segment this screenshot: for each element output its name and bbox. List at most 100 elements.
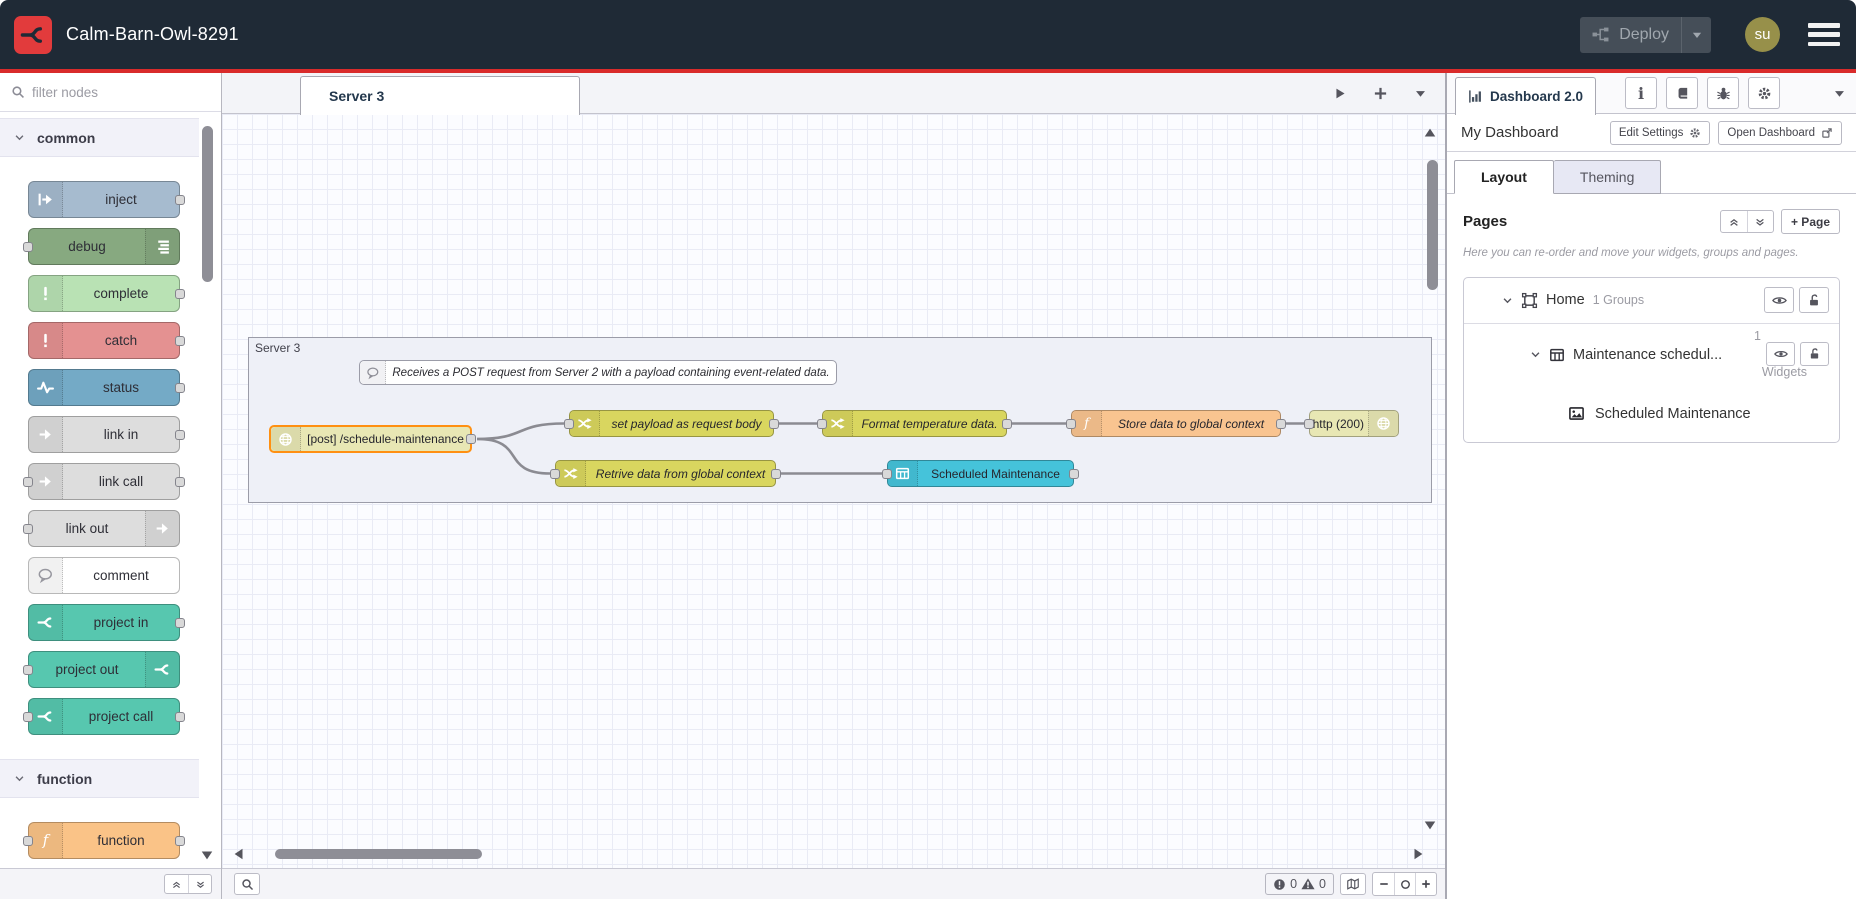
open-dashboard-button[interactable]: Open Dashboard xyxy=(1718,120,1842,145)
input-port[interactable] xyxy=(23,835,33,846)
chevron-down-icon[interactable] xyxy=(1530,349,1541,360)
palette-node-project-in[interactable]: project in xyxy=(28,604,185,641)
tab-scroll-right-icon[interactable] xyxy=(1334,87,1347,100)
palette-node-status[interactable]: status xyxy=(28,369,185,406)
output-port[interactable] xyxy=(1069,468,1079,479)
tab-server-3[interactable]: Server 3 xyxy=(300,76,580,115)
tree-row-scheduled-maintenance-widget[interactable]: Scheduled Maintenance xyxy=(1464,386,1839,442)
flow-list-caret[interactable] xyxy=(1414,87,1427,100)
input-port[interactable] xyxy=(817,418,827,429)
tree-row-home[interactable]: Home 1 Groups xyxy=(1464,278,1839,324)
palette-node-comment[interactable]: comment xyxy=(28,557,180,594)
pages-expand-all-button[interactable] xyxy=(1746,211,1773,232)
canvas-scroll-right-arrow[interactable] xyxy=(1411,847,1425,861)
flow-canvas[interactable]: Server 3 Receives a POST request from Ser… xyxy=(222,114,1445,868)
zoom-out-button[interactable] xyxy=(1373,873,1394,895)
flow-node-httpin[interactable]: [post] /schedule-maintenance xyxy=(269,425,476,453)
palette-filter[interactable]: filter nodes xyxy=(0,73,221,112)
palette-node-debug[interactable]: debug xyxy=(23,228,180,265)
zoom-reset-button[interactable] xyxy=(1394,873,1415,895)
canvas-scroll-left-arrow[interactable] xyxy=(232,847,246,861)
sidebar-options-caret[interactable] xyxy=(1833,87,1846,100)
palette-node-complete[interactable]: complete xyxy=(28,275,185,312)
input-port[interactable] xyxy=(550,468,560,479)
output-port[interactable] xyxy=(175,194,185,205)
user-avatar[interactable]: su xyxy=(1745,17,1780,52)
group-lock-button[interactable] xyxy=(1800,341,1829,366)
page-visibility-button[interactable] xyxy=(1764,287,1794,314)
config-nodes-button[interactable] xyxy=(1748,77,1780,109)
debug-messages-button[interactable] xyxy=(1707,77,1739,109)
tab-theming[interactable]: Theming xyxy=(1553,160,1662,194)
output-port[interactable] xyxy=(175,711,185,722)
tree-row-maintenance-group[interactable]: Maintenance schedul... 1 Widgets xyxy=(1464,324,1839,386)
flow-node-http200[interactable]: http (200) xyxy=(1304,410,1399,437)
wire-httpin-to-retrive[interactable] xyxy=(476,437,551,475)
deploy-button[interactable]: Deploy xyxy=(1580,16,1711,53)
palette-node-inject[interactable]: inject xyxy=(28,181,185,218)
palette-scrollbar[interactable] xyxy=(202,126,213,282)
palette-node-function[interactable]: f function xyxy=(23,822,185,859)
input-port[interactable] xyxy=(882,468,892,479)
palette-category-common[interactable]: common xyxy=(0,118,199,157)
output-port[interactable] xyxy=(771,468,781,479)
flow-node-format[interactable]: Format temperature data. xyxy=(817,410,1012,437)
wire-httpin-to-setpayload[interactable] xyxy=(476,422,565,441)
canvas-search-button[interactable] xyxy=(234,873,260,895)
output-port[interactable] xyxy=(175,617,185,628)
canvas-scroll-up-arrow[interactable] xyxy=(1423,126,1437,140)
palette-node-link-call[interactable]: link call xyxy=(23,463,185,500)
palette-node-catch[interactable]: catch xyxy=(28,322,185,359)
input-port[interactable] xyxy=(23,523,33,534)
palette-node-project-call[interactable]: project call xyxy=(23,698,185,735)
output-port[interactable] xyxy=(175,429,185,440)
output-port[interactable] xyxy=(175,335,185,346)
tab-dashboard-2[interactable]: Dashboard 2.0 xyxy=(1455,77,1597,115)
flow-node-table[interactable]: Scheduled Maintenance xyxy=(882,460,1079,487)
palette-expand-all-button[interactable] xyxy=(188,875,211,893)
edit-settings-button[interactable]: Edit Settings xyxy=(1609,120,1711,145)
input-port[interactable] xyxy=(23,711,33,722)
flow-node-comment[interactable]: Receives a POST request from Server 2 wi… xyxy=(359,360,837,385)
canvas-horizontal-scrollbar[interactable] xyxy=(275,849,482,859)
input-port[interactable] xyxy=(1304,418,1314,429)
output-port[interactable] xyxy=(466,434,476,444)
zoom-in-button[interactable] xyxy=(1415,873,1436,895)
output-port[interactable] xyxy=(175,835,185,846)
palette-scroll-down-arrow[interactable] xyxy=(200,848,214,862)
palette-node-link-out[interactable]: link out xyxy=(23,510,180,547)
output-port[interactable] xyxy=(175,382,185,393)
node-info-button[interactable]: i xyxy=(1625,77,1657,109)
palette-node-project-out[interactable]: project out xyxy=(23,651,180,688)
tab-layout[interactable]: Layout xyxy=(1454,160,1554,194)
help-button[interactable] xyxy=(1666,77,1698,109)
main-menu-button[interactable] xyxy=(1808,23,1840,46)
output-port[interactable] xyxy=(1002,418,1012,429)
input-port[interactable] xyxy=(1066,418,1076,429)
canvas-scroll-down-arrow[interactable] xyxy=(1423,818,1437,832)
palette-category-function[interactable]: function xyxy=(0,759,199,798)
output-port[interactable] xyxy=(1276,418,1286,429)
page-lock-button[interactable] xyxy=(1799,287,1829,314)
flow-node-setpayload[interactable]: set payload as request body xyxy=(564,410,779,437)
input-port[interactable] xyxy=(23,241,33,252)
add-page-button[interactable]: + Page xyxy=(1780,209,1840,234)
canvas-vertical-scrollbar[interactable] xyxy=(1427,160,1438,290)
navigator-button[interactable] xyxy=(1340,873,1366,895)
flow-node-retrive[interactable]: Retrive data from global context xyxy=(550,460,781,487)
flow-node-store[interactable]: f Store data to global context xyxy=(1066,410,1286,437)
palette-node-link-in[interactable]: link in xyxy=(28,416,185,453)
add-flow-button[interactable] xyxy=(1373,86,1388,101)
pages-collapse-all-button[interactable] xyxy=(1721,211,1747,232)
chevron-down-icon[interactable] xyxy=(1502,295,1513,306)
output-port[interactable] xyxy=(175,476,185,487)
palette-collapse-all-button[interactable] xyxy=(165,875,188,893)
input-port[interactable] xyxy=(23,664,33,675)
output-port[interactable] xyxy=(175,288,185,299)
flow-issues-status[interactable]: 0 0 xyxy=(1265,873,1334,895)
group-visibility-button[interactable] xyxy=(1766,341,1795,366)
input-port[interactable] xyxy=(23,476,33,487)
input-port[interactable] xyxy=(564,418,574,429)
deploy-options-caret[interactable] xyxy=(1681,16,1711,53)
output-port[interactable] xyxy=(769,418,779,429)
